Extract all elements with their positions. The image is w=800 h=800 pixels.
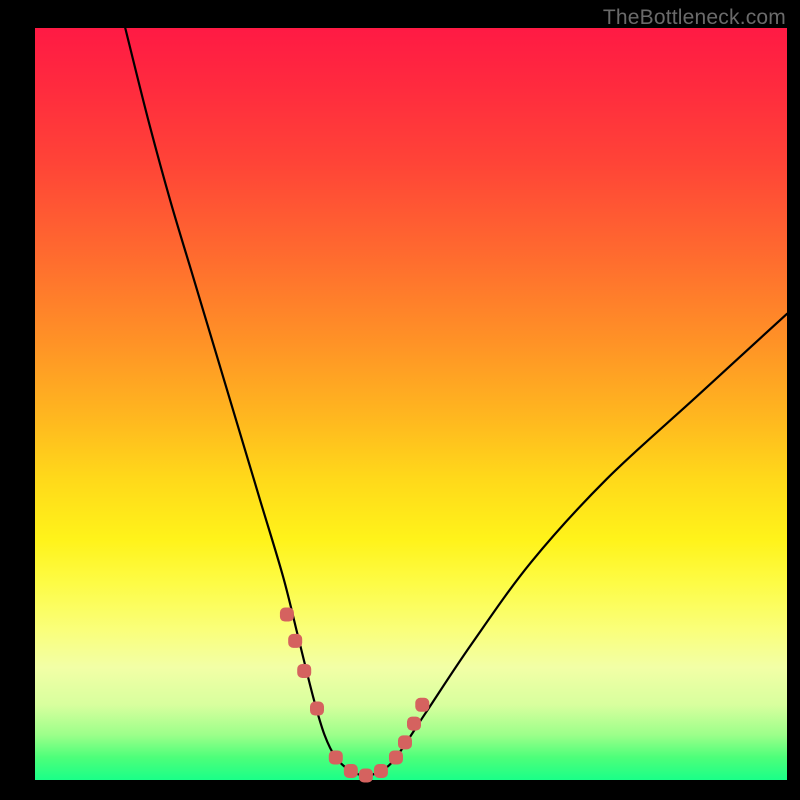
highlight-marker bbox=[415, 698, 429, 712]
highlight-marker bbox=[288, 634, 302, 648]
chart-frame: TheBottleneck.com bbox=[0, 0, 800, 800]
highlight-marker bbox=[407, 717, 421, 731]
highlight-marker bbox=[398, 735, 412, 749]
highlight-marker bbox=[280, 608, 294, 622]
highlight-marker bbox=[374, 764, 388, 778]
highlight-marker bbox=[389, 750, 403, 764]
curve-svg bbox=[35, 28, 787, 780]
highlight-markers bbox=[280, 608, 429, 783]
highlight-marker bbox=[359, 768, 373, 782]
highlight-marker bbox=[344, 764, 358, 778]
highlight-marker bbox=[310, 702, 324, 716]
watermark-text: TheBottleneck.com bbox=[603, 6, 786, 30]
bottleneck-curve bbox=[125, 28, 787, 775]
highlight-marker bbox=[329, 750, 343, 764]
highlight-marker bbox=[297, 664, 311, 678]
plot-area bbox=[35, 28, 787, 780]
